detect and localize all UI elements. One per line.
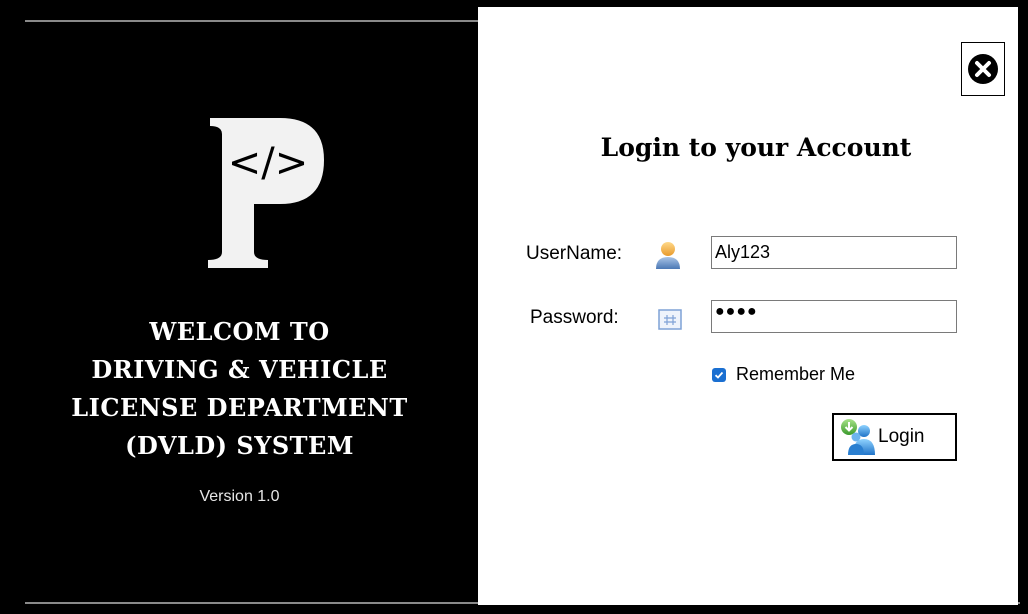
user-icon (656, 242, 680, 269)
login-users-icon (841, 419, 875, 455)
version-label: Version 1.0 (199, 488, 280, 505)
welcome-panel: </> WELCOM TO DRIVING & VEHICLE LICENSE … (27, 23, 479, 583)
password-field[interactable]: ●●●● (711, 300, 957, 333)
welcome-line: (DVLD) SYSTEM (125, 431, 354, 460)
app-logo: </> (208, 118, 324, 268)
top-border (25, 20, 480, 22)
svg-text:</>: </> (228, 140, 309, 186)
welcome-line: LICENSE DEPARTMENT (71, 393, 408, 422)
login-panel: Login to your Account UserName: Password… (478, 7, 1018, 605)
username-label: UserName: (526, 243, 623, 264)
login-window: </> WELCOM TO DRIVING & VEHICLE LICENSE … (0, 0, 1028, 614)
remember-me-label: Remember Me (736, 364, 856, 384)
close-button[interactable] (961, 42, 1005, 96)
close-icon (968, 54, 998, 84)
password-label: Password: (530, 307, 619, 328)
login-button[interactable]: Login (832, 413, 957, 461)
welcome-line: DRIVING & VEHICLE (91, 355, 388, 384)
remember-me-checkbox[interactable]: Remember Me (712, 364, 855, 385)
login-button-label: Login (878, 426, 925, 447)
welcome-text: WELCOM TO DRIVING & VEHICLE LICENSE DEPA… (27, 313, 452, 465)
check-icon (714, 371, 724, 379)
password-icon (658, 309, 682, 330)
page-title: Login to your Account (600, 133, 912, 162)
username-field[interactable] (711, 236, 957, 269)
welcome-line: WELCOM TO (149, 317, 330, 346)
checkbox-checked[interactable] (712, 367, 726, 382)
